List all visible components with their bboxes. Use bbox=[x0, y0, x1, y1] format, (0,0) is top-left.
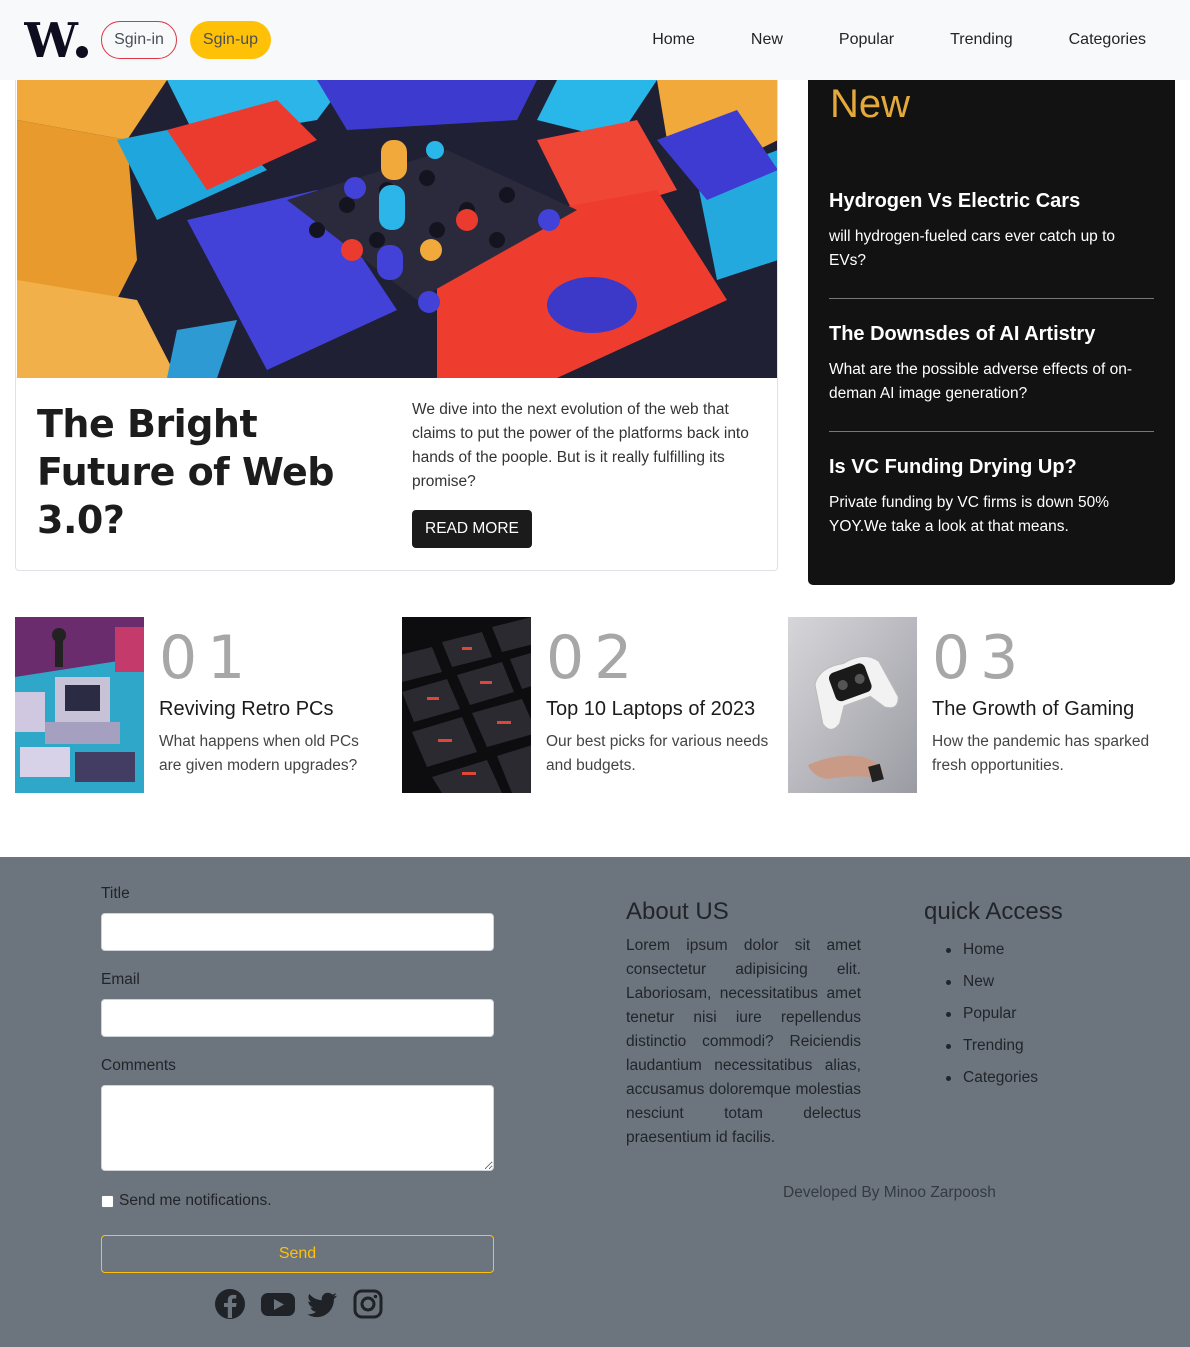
read-more-button[interactable]: READ MORE bbox=[412, 510, 532, 548]
new-item[interactable]: Is VC Funding Drying Up? Private funding… bbox=[829, 456, 1154, 539]
nav-home[interactable]: Home bbox=[624, 31, 723, 49]
new-item-title[interactable]: The Downsdes of AI Artistry bbox=[829, 323, 1154, 346]
new-item[interactable]: Hydrogen Vs Electric Cars will hydrogen-… bbox=[829, 190, 1154, 273]
email-field[interactable] bbox=[101, 999, 494, 1037]
nav-categories[interactable]: Categories bbox=[1041, 31, 1174, 49]
article-thumbnail-laptop-keyboard[interactable] bbox=[402, 617, 531, 793]
article-number: 02 bbox=[546, 623, 643, 693]
article-title[interactable]: Reviving Retro PCs bbox=[159, 698, 334, 721]
featured-article-card: The Bright Future of Web 3.0? We dive in… bbox=[15, 80, 778, 571]
numbered-article[interactable]: 02 Top 10 Laptops of 2023 Our best picks… bbox=[402, 617, 782, 793]
notifications-checkbox-label[interactable]: Send me notifications. bbox=[119, 1192, 272, 1210]
featured-article-title: The Bright Future of Web 3.0? bbox=[37, 402, 334, 542]
comments-field[interactable] bbox=[101, 1085, 494, 1171]
notifications-checkbox-row[interactable]: Send me notifications. bbox=[101, 1192, 272, 1210]
new-item-text: What are the possible adverse effects of… bbox=[829, 361, 1132, 402]
new-item-title[interactable]: Hydrogen Vs Electric Cars bbox=[829, 190, 1154, 213]
numbered-article[interactable]: 03 The Growth of Gaming How the pandemic… bbox=[788, 617, 1168, 793]
developer-credit: Developed By Minoo Zarpoosh bbox=[783, 1184, 996, 1201]
quick-access-trending[interactable]: Trending bbox=[944, 1030, 1038, 1062]
article-number: 03 bbox=[932, 623, 1029, 693]
new-item-text: will hydrogen-fueled cars ever catch up … bbox=[829, 228, 1116, 269]
title-field[interactable] bbox=[101, 913, 494, 951]
new-item[interactable]: The Downsdes of AI Artistry What are the… bbox=[829, 323, 1154, 406]
email-field-label: Email bbox=[101, 971, 140, 988]
quick-access-heading: quick Access bbox=[924, 898, 1063, 925]
article-title[interactable]: Top 10 Laptops of 2023 bbox=[546, 698, 755, 721]
send-button[interactable]: Send bbox=[101, 1235, 494, 1273]
social-links bbox=[214, 1288, 384, 1320]
comments-field-label: Comments bbox=[101, 1057, 176, 1074]
featured-article-image bbox=[17, 80, 777, 378]
quick-access-home[interactable]: Home bbox=[944, 934, 1038, 966]
divider bbox=[829, 298, 1154, 299]
article-number: 01 bbox=[159, 623, 256, 693]
facebook-icon[interactable] bbox=[214, 1288, 246, 1320]
instagram-icon[interactable] bbox=[352, 1288, 384, 1320]
nav-new[interactable]: New bbox=[723, 31, 811, 49]
svg-text:W: W bbox=[24, 18, 79, 62]
footer: Title Email Comments Send me notificatio… bbox=[0, 857, 1190, 1347]
quick-access-popular[interactable]: Popular bbox=[944, 998, 1038, 1030]
notifications-checkbox[interactable] bbox=[101, 1194, 114, 1208]
title-field-label: Title bbox=[101, 885, 130, 902]
article-description: What happens when old PCs are given mode… bbox=[159, 733, 359, 774]
new-item-text: Private funding by VC firms is down 50% … bbox=[829, 494, 1109, 535]
numbered-article[interactable]: 01 Reviving Retro PCs What happens when … bbox=[15, 617, 395, 793]
top-navbar: W Sgin-in Sgin-up Home New Popular Trend… bbox=[0, 0, 1190, 80]
new-panel-heading: New bbox=[830, 82, 911, 126]
article-description: How the pandemic has sparked fresh oppor… bbox=[932, 733, 1150, 774]
divider bbox=[829, 431, 1154, 432]
youtube-icon[interactable] bbox=[260, 1288, 295, 1320]
about-heading: About US bbox=[626, 898, 729, 925]
article-thumbnail-retro-pc[interactable] bbox=[15, 617, 144, 793]
signin-button[interactable]: Sgin-in bbox=[101, 21, 177, 59]
signup-button[interactable]: Sgin-up bbox=[190, 21, 271, 59]
nav-trending[interactable]: Trending bbox=[922, 31, 1041, 49]
article-thumbnail-gamepad[interactable] bbox=[788, 617, 917, 793]
article-title[interactable]: The Growth of Gaming bbox=[932, 698, 1134, 721]
quick-access-list: Home New Popular Trending Categories bbox=[944, 934, 1038, 1094]
new-item-title[interactable]: Is VC Funding Drying Up? bbox=[829, 456, 1154, 479]
site-logo[interactable]: W bbox=[24, 18, 90, 62]
main-nav: Home New Popular Trending Categories bbox=[624, 0, 1174, 80]
quick-access-categories[interactable]: Categories bbox=[944, 1062, 1038, 1094]
nav-popular[interactable]: Popular bbox=[811, 31, 922, 49]
featured-article-description: We dive into the next evolution of the w… bbox=[412, 401, 749, 490]
new-articles-panel: New Hydrogen Vs Electric Cars will hydro… bbox=[808, 80, 1175, 585]
article-description: Our best picks for various needs and bud… bbox=[546, 733, 769, 774]
twitter-icon[interactable] bbox=[306, 1288, 338, 1320]
about-text: Lorem ipsum dolor sit amet consectetur a… bbox=[626, 937, 861, 1146]
quick-access-new[interactable]: New bbox=[944, 966, 1038, 998]
